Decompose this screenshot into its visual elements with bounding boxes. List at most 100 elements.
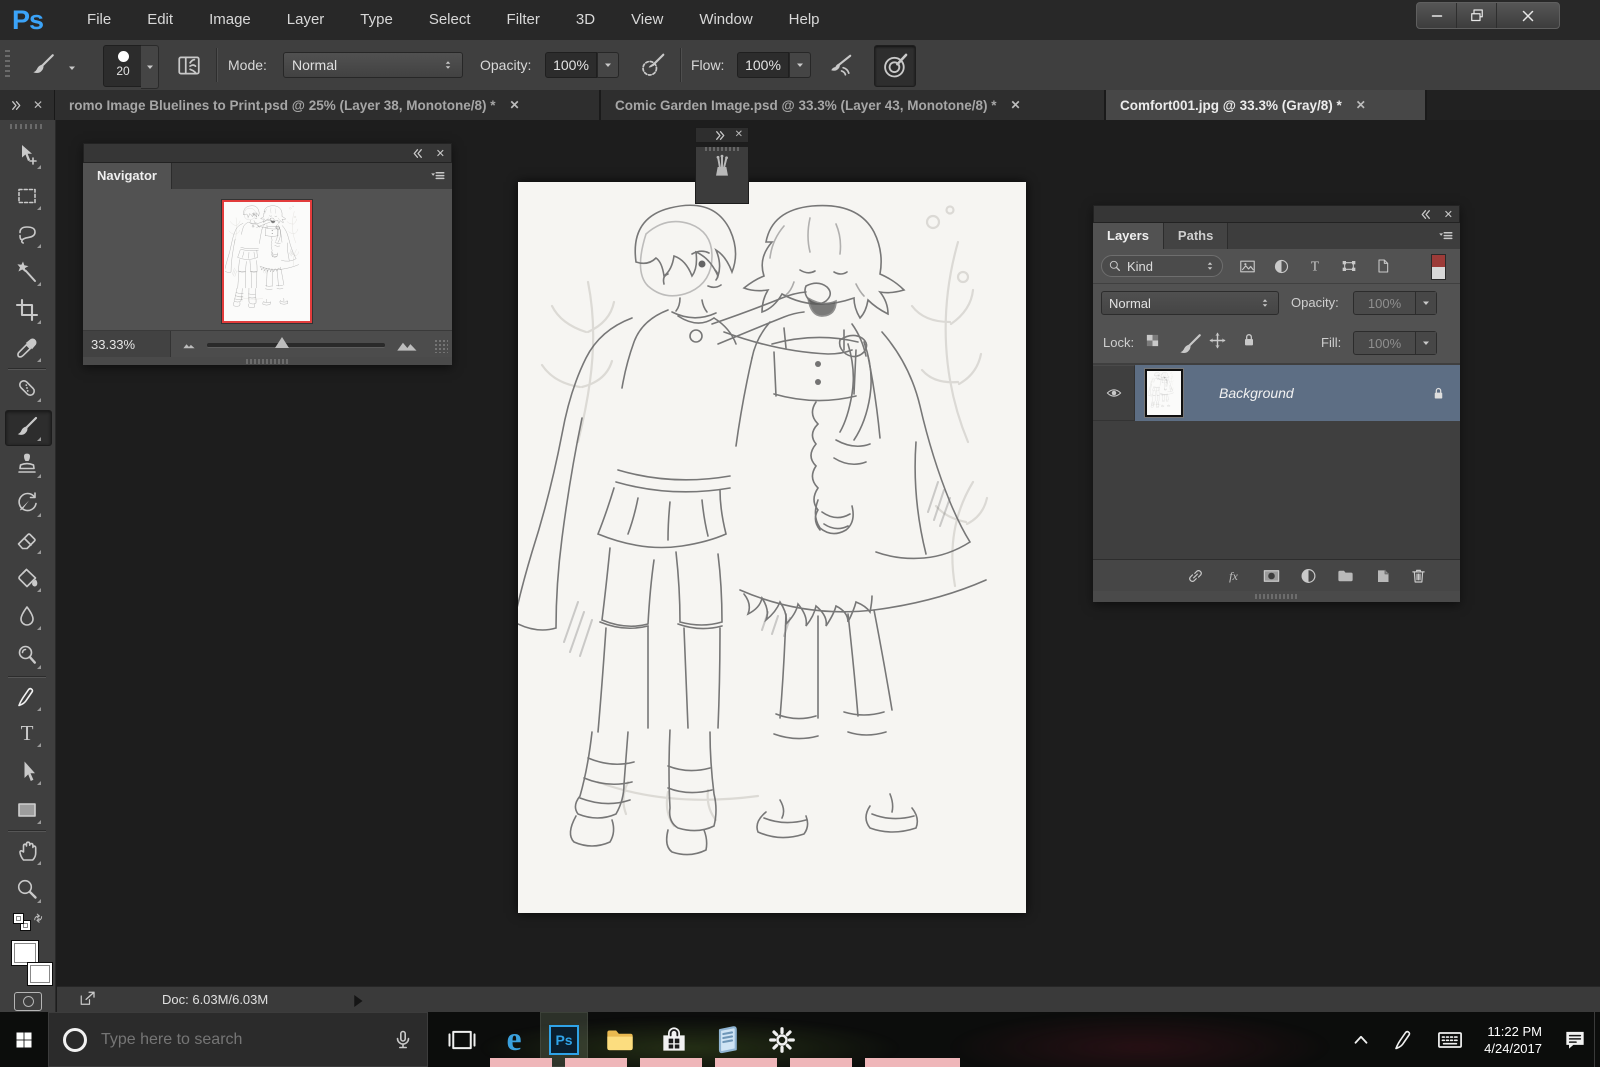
tool-path-selection-icon[interactable] — [12, 756, 42, 786]
touch-keyboard-icon[interactable] — [1436, 1026, 1464, 1054]
menu-item-edit[interactable]: Edit — [129, 0, 191, 40]
link-layers-icon[interactable] — [1185, 567, 1206, 585]
document-tab-1[interactable]: romo Image Bluelines to Print.psd @ 25% … — [55, 90, 601, 120]
search-input[interactable] — [99, 1030, 391, 1050]
caret-down-icon[interactable] — [1415, 292, 1436, 314]
panel-menu-icon[interactable] — [1437, 223, 1454, 249]
quick-mask-icon[interactable] — [14, 992, 42, 1011]
menu-item-filter[interactable]: Filter — [489, 0, 558, 40]
tool-magic-wand-icon[interactable] — [12, 257, 42, 287]
close-icon[interactable]: ✕ — [1444, 208, 1453, 221]
blend-mode-select[interactable]: Normal — [283, 52, 463, 78]
navigator-zoom-value[interactable]: 33.33% — [83, 331, 171, 358]
status-arrow-icon[interactable] — [349, 992, 367, 1010]
tab-navigator[interactable]: Navigator — [83, 163, 172, 189]
slider-thumb[interactable] — [275, 337, 289, 348]
tool-pen-icon[interactable] — [12, 682, 42, 712]
caret-down-icon[interactable] — [1415, 332, 1436, 354]
restore-button[interactable] — [1457, 3, 1497, 28]
menu-item-layer[interactable]: Layer — [269, 0, 343, 40]
filter-shape-layers-icon[interactable] — [1335, 256, 1363, 276]
close-icon[interactable]: ✕ — [436, 147, 445, 160]
tool-rectangle-icon[interactable] — [12, 795, 42, 825]
menu-item-file[interactable]: File — [69, 0, 129, 40]
clock[interactable]: 11:22 PM 4/24/2017 — [1484, 1023, 1542, 1057]
collapse-chevrons-icon[interactable] — [1419, 208, 1432, 221]
menu-item-image[interactable]: Image — [191, 0, 269, 40]
brush-tool-preset-icon[interactable] — [26, 48, 60, 82]
layer-row-background[interactable]: Background — [1093, 365, 1460, 421]
menu-item-type[interactable]: Type — [342, 0, 411, 40]
close-icon[interactable]: ✕ — [33, 98, 43, 112]
tab-close-icon[interactable]: ✕ — [1356, 98, 1366, 112]
panel-resize-bar[interactable] — [83, 357, 452, 365]
navigator-zoom-slider[interactable] — [207, 343, 385, 348]
lock-transparency-icon[interactable] — [1145, 333, 1160, 348]
filter-smart-objects-icon[interactable] — [1369, 256, 1397, 276]
lock-all-icon[interactable] — [1241, 332, 1257, 348]
tool-lasso-icon[interactable] — [12, 219, 42, 249]
adjustment-layer-icon[interactable] — [1299, 567, 1318, 585]
background-color-swatch[interactable] — [27, 962, 53, 986]
tool-history-brush-icon[interactable] — [12, 488, 42, 518]
brush-size-preview[interactable]: 20 — [103, 45, 143, 87]
document-tab-3[interactable]: Comfort001.jpg @ 33.3% (Gray/8) *✕ — [1106, 90, 1427, 120]
tab-close-icon[interactable]: ✕ — [510, 98, 520, 112]
tool-paint-bucket-icon[interactable] — [12, 563, 42, 593]
cortana-icon[interactable] — [63, 1028, 87, 1052]
tool-move-icon[interactable] — [12, 140, 42, 170]
start-button[interactable] — [0, 1012, 48, 1067]
flow-value[interactable]: 100% — [737, 52, 789, 78]
zoom-in-icon[interactable] — [391, 334, 421, 355]
layer-opacity-combo[interactable]: 100% — [1353, 291, 1437, 315]
toggle-brush-panel-icon[interactable] — [172, 48, 206, 82]
navigator-thumbnail[interactable] — [222, 200, 312, 323]
new-layer-icon[interactable] — [1373, 567, 1392, 585]
document-tab-2[interactable]: Comic Garden Image.psd @ 33.3% (Layer 43… — [601, 90, 1106, 120]
filter-kind-select[interactable]: Kind — [1101, 255, 1223, 277]
opacity-caret[interactable] — [597, 52, 619, 78]
tab-layers[interactable]: Layers — [1093, 223, 1164, 249]
flow-caret[interactable] — [789, 52, 811, 78]
tool-eraser-icon[interactable] — [12, 525, 42, 555]
filter-toggle-switch[interactable] — [1431, 254, 1446, 280]
pressure-opacity-icon[interactable] — [636, 48, 670, 82]
collapse-chevrons-icon[interactable] — [714, 129, 727, 142]
toolbar-grip[interactable] — [10, 124, 44, 129]
taskbar-task-view-icon[interactable] — [438, 1012, 486, 1067]
canvas[interactable] — [518, 182, 1026, 913]
collapse-chevrons-icon[interactable] — [411, 147, 424, 160]
layer-name[interactable]: Background — [1219, 385, 1294, 401]
add-mask-icon[interactable] — [1261, 567, 1282, 585]
zoom-out-icon[interactable] — [179, 337, 199, 352]
menu-item-view[interactable]: View — [613, 0, 681, 40]
foreground-swatch-mini[interactable] — [13, 913, 24, 924]
show-desktop-button[interactable] — [1594, 1012, 1600, 1067]
filter-pixel-layers-icon[interactable] — [1233, 256, 1261, 276]
lock-position-icon[interactable] — [1209, 332, 1226, 349]
brush-size-caret[interactable] — [141, 45, 159, 89]
tool-eyedropper-icon[interactable] — [12, 333, 42, 363]
filter-type-layers-icon[interactable]: T — [1301, 256, 1329, 276]
delete-layer-icon[interactable] — [1409, 567, 1428, 585]
options-grip[interactable] — [5, 50, 10, 80]
layers-resize-bar[interactable] — [1093, 591, 1460, 602]
panel-menu-icon[interactable] — [429, 163, 446, 189]
close-button[interactable] — [1497, 3, 1559, 28]
preset-caret-icon[interactable] — [66, 62, 78, 74]
layer-visibility-toggle[interactable] — [1093, 365, 1135, 421]
pen-icon[interactable] — [1392, 1028, 1416, 1052]
layer-blend-mode-select[interactable]: Normal — [1101, 291, 1279, 315]
action-center-icon[interactable] — [1562, 1027, 1588, 1053]
microphone-icon[interactable] — [391, 1028, 415, 1052]
resize-grip[interactable] — [434, 339, 448, 353]
layer-styles-icon[interactable]: fx — [1223, 567, 1244, 585]
menu-item-3d[interactable]: 3D — [558, 0, 613, 40]
opacity-value[interactable]: 100% — [545, 52, 597, 78]
tool-clone-stamp-icon[interactable] — [12, 449, 42, 479]
airbrush-icon[interactable] — [824, 48, 858, 82]
share-export-icon[interactable] — [79, 990, 97, 1008]
tool-hand-icon[interactable] — [12, 836, 42, 866]
swap-colors-icon[interactable] — [31, 911, 46, 926]
lock-pixels-icon[interactable] — [1177, 332, 1203, 358]
